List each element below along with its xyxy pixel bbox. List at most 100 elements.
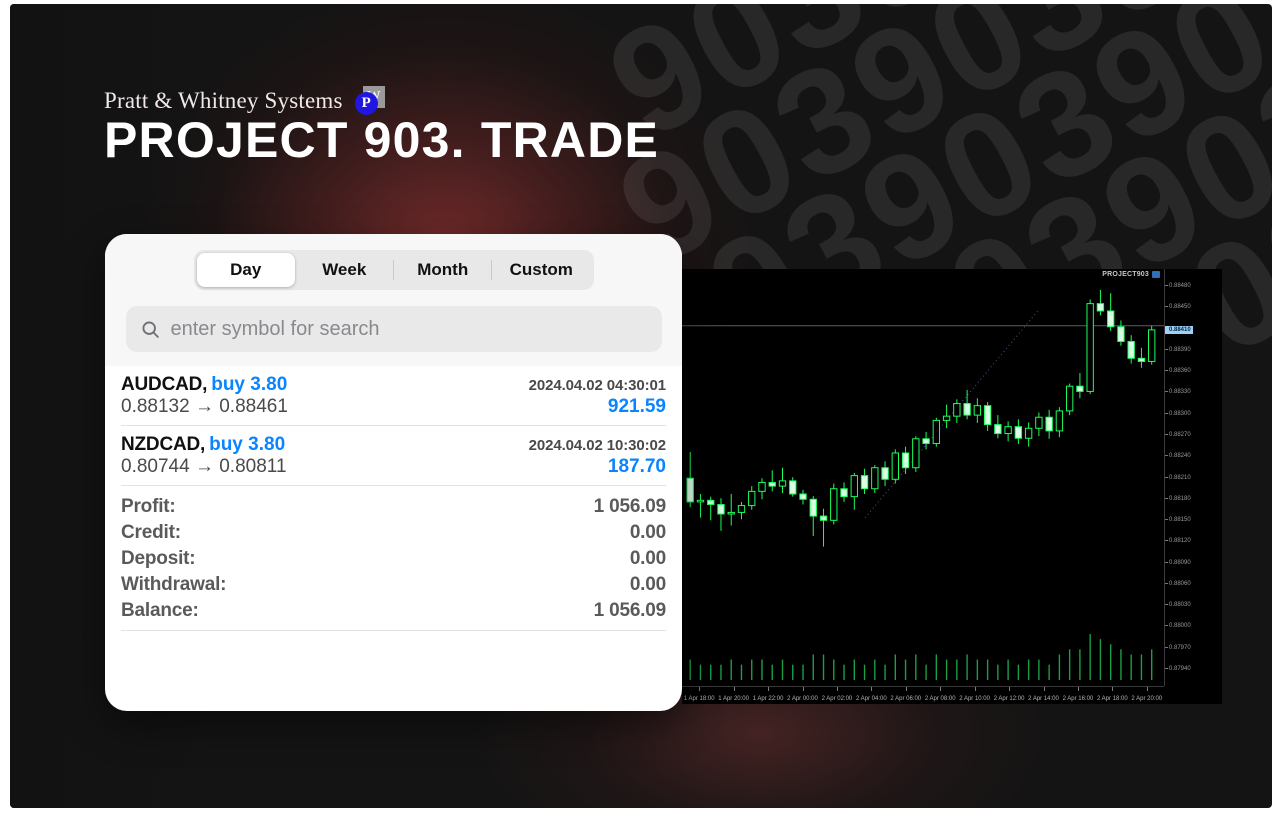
time-axis-mark [905,687,907,691]
tab-label: Month [417,260,469,279]
price-axis-tick: 0.88090 [1165,560,1191,566]
time-axis-mark [733,687,735,691]
trade-row-top: AUDCAD, buy 3.80 2024.04.02 04:30:01 [121,374,666,396]
candle-body [860,475,869,490]
time-axis-tick: 1 Apr 22:00 [752,696,784,702]
time-axis-mark [1043,687,1045,691]
price-axis-tick: 0.88300 [1165,411,1191,417]
candle-body [1045,416,1053,432]
candle-body [727,511,735,515]
time-axis-tick: 2 Apr 16:00 [1062,696,1094,702]
trade-profit: 187.70 [607,456,666,477]
candle-body [830,488,838,521]
search-input[interactable] [170,317,648,341]
candle-body [973,405,982,416]
candle-body [1035,416,1043,429]
time-axis-tick: 2 Apr 20:00 [1131,696,1163,702]
candle-body [840,488,848,498]
candle-body [1148,329,1156,362]
candle-body [778,480,787,487]
summary-row: Balance: 1 056.09 [121,598,666,624]
candle-body [942,415,951,421]
chart-symbol-label: PROJECT903 [1102,271,1149,278]
time-axis-mark [1009,687,1011,691]
summary-row: Credit: 0.00 [121,520,666,546]
time-axis-tick: 2 Apr 06:00 [890,696,922,702]
time-axis-mark [1077,687,1079,691]
trade-row[interactable]: AUDCAD, buy 3.80 2024.04.02 04:30:01 0.8813… [121,366,666,426]
time-axis-tick: 2 Apr 04:00 [855,696,887,702]
time-axis-tick: 2 Apr 18:00 [1096,696,1128,702]
search-field[interactable] [125,306,662,352]
time-axis-mark [1112,687,1114,691]
candle-body [1004,426,1012,435]
trade-side-volume: buy 3.80 [209,434,286,455]
logo-circle-letter: P [361,95,371,111]
candle-body [932,419,941,445]
trade-timestamp: 2024.04.02 10:30:02 [528,437,666,454]
watermark-row: 903903903 [572,4,1272,47]
price-axis-tick: 0.88120 [1165,538,1191,544]
candle-body [758,481,766,492]
price-axis-tick: 0.88030 [1165,602,1191,608]
time-axis-tick: 2 Apr 02:00 [821,696,853,702]
time-axis-tick: 1 Apr 20:00 [718,696,749,702]
summary-value: 1 056.09 [593,600,667,621]
tab-month[interactable]: Month [394,253,492,287]
summary-row: Withdrawal: 0.00 [121,572,666,598]
price-axis-tick: 0.88000 [1165,623,1191,629]
candle-body [901,452,910,469]
candle-body [994,424,1002,435]
presentation-slide: 9039039039039039039039039039039039039039… [10,4,1272,808]
tab-custom[interactable]: Custom [492,253,591,287]
summary-row: Profit: 1 056.09 [121,494,666,520]
time-axis-tick: 2 Apr 14:00 [1028,696,1059,702]
candle-body [1137,357,1146,362]
tab-label: Week [322,260,367,279]
price-axis-tick: 0.88450 [1165,304,1191,310]
time-axis-tick: 2 Apr 12:00 [993,696,1025,702]
trade-row[interactable]: NZDCAD, buy 3.80 2024.04.02 10:30:02 0.8074… [121,426,666,486]
candle-body [891,452,899,480]
time-axis-tick: 2 Apr 00:00 [787,696,818,702]
candle-body [1117,326,1125,342]
candle-body [707,499,715,506]
trade-list: AUDCAD, buy 3.80 2024.04.02 04:30:01 0.8813… [121,366,666,486]
tab-label: Day [230,260,262,279]
price-chart[interactable]: PROJECT903 0.88480 0.88450 0.88410 0.88390 0… [682,269,1222,704]
candle-body [819,515,828,521]
tab-week[interactable]: Week [295,253,394,287]
watermark-row: 903903903 [592,4,1272,297]
trade-report-card: DayWeekMonthCustom AUDCAD,buy 3.802024.0… [105,234,682,711]
summary-value: 1 056.09 [593,496,667,517]
price-axis-tick: 0.88270 [1165,432,1191,438]
tab-day[interactable]: Day [196,253,295,287]
current-price-label: 0.88410 [1165,325,1193,334]
candle-body [748,490,756,507]
summary-value: 0.00 [629,574,666,595]
summary-label: Profit: [121,496,176,517]
price-axis-tick: 0.88390 [1165,347,1191,353]
time-axis-mark [699,687,701,691]
candle-body [1086,303,1094,392]
time-axis-mark [1146,687,1148,691]
screenshot-root: 9039039039039039039039039039039039039039… [0,0,1280,820]
time-axis-mark [940,687,942,691]
trade-timestamp: 2024.04.02 04:30:01 [528,377,666,394]
trade-instrument: NZDCAD, buy 3.80 [121,434,285,456]
candle-body [881,467,889,480]
page-title: PROJECT 903. TRADE [104,112,660,168]
trade-symbol: AUDCAD, [121,374,208,395]
candle-body [850,475,858,498]
candle-body [912,438,920,469]
period-segmented-control[interactable]: Day Week Month Custom [193,250,594,290]
chart-plot-area[interactable] [682,269,1164,686]
trendline [864,309,1040,518]
candle-body [737,505,746,513]
candle-body [696,499,705,503]
search-icon [140,319,161,340]
trade-price-range: 0.80744 → 0.80811 [121,456,287,477]
price-axis-tick: 0.88150 [1165,517,1191,523]
candlestick-series [682,289,1164,680]
chart-time-axis: 1 Apr 18:00 1 Apr 20:00 1 Apr 22:00 2 Apr 0… [682,686,1164,704]
